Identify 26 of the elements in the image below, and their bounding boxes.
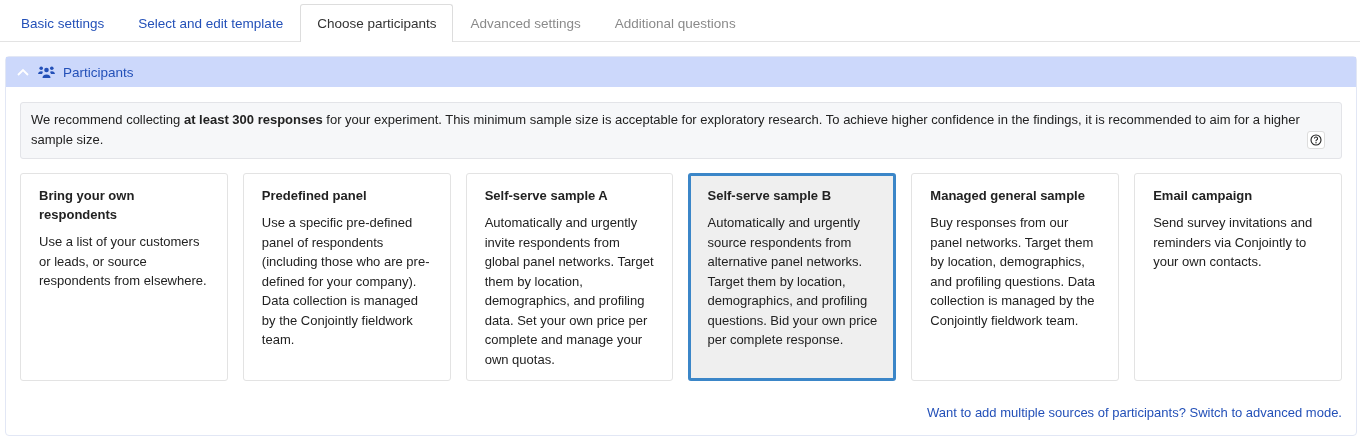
tab[interactable]: Select and edit template [121,4,301,41]
card-title: Predefined panel [261,187,368,205]
option-card[interactable]: Email campaign Send survey invitations and reminders via Conjointly to your own contacts. [1134,173,1342,381]
option-card[interactable]: Managed general sample Buy responses from our panel networks. Target them by location, demographics, and profiling questions. Data collection is managed by the Conjointly fieldwork team. [911,173,1120,381]
card-title: Self-serve sample A [484,187,609,205]
option-card[interactable] [688,173,897,381]
option-card[interactable]: Predefined panel Use a specific pre-defined panel of respondents (including those who are pre-defined for your company). Data collection is managed by the Conjointly fieldwork team. [242,173,451,381]
panel-header[interactable]: Participants [6,57,1356,87]
tab[interactable]: Choose participants [300,4,454,42]
card-description: Use a list of your customers or leads, or source respondents from elsewhere. [39,233,208,290]
card-title: Bring your own respondents [39,187,136,224]
panel-title: Participants [63,64,134,80]
tab[interactable]: Basic settings [4,4,122,41]
card-description: Use a specific pre-defined panel of respondents (including those who are pre-defined for your company). Data collection is managed by the Conjointly fieldwork team. [261,214,431,349]
advanced-mode-link[interactable]: Want to add multiple sources of participants? Switch to advanced mode. [926,405,1342,420]
card-description: Automatically and urgently invite respondents from global panel networks. Target them by location, demographics, and profiling data. Set your own price per complete and manage your own quotas. [484,214,655,369]
help-icon[interactable] [1307,131,1325,149]
notice-text: We recommend collecting at least 300 responses for your experiment. This minimum sample size is acceptable for exploratory research. To achieve higher confidence in the findings, it is recommended to aim for a higher sample size. [31,111,1301,149]
people-icon [38,65,55,79]
card-title: Managed general sample [930,187,1086,205]
card-description: Buy responses from our panel networks. Target them by location, demographics, and profiling questions. Data collection is managed by the Conjointly fieldwork team. [930,214,1097,330]
card-title: Email campaign [1153,187,1254,205]
option-card[interactable]: Bring your own respondents Use a list of your customers or leads, or source respondents from elsewhere. [20,173,228,381]
card-description: Automatically and urgently source respondents from alternative panel networks. Target them by location, demographics, and profiling questions. Bid your own price per complete response. [707,214,878,349]
card-description: Send survey invitations and reminders via Conjointly to your own contacts. [1153,214,1314,271]
card-title: Self-serve sample B [707,187,833,205]
